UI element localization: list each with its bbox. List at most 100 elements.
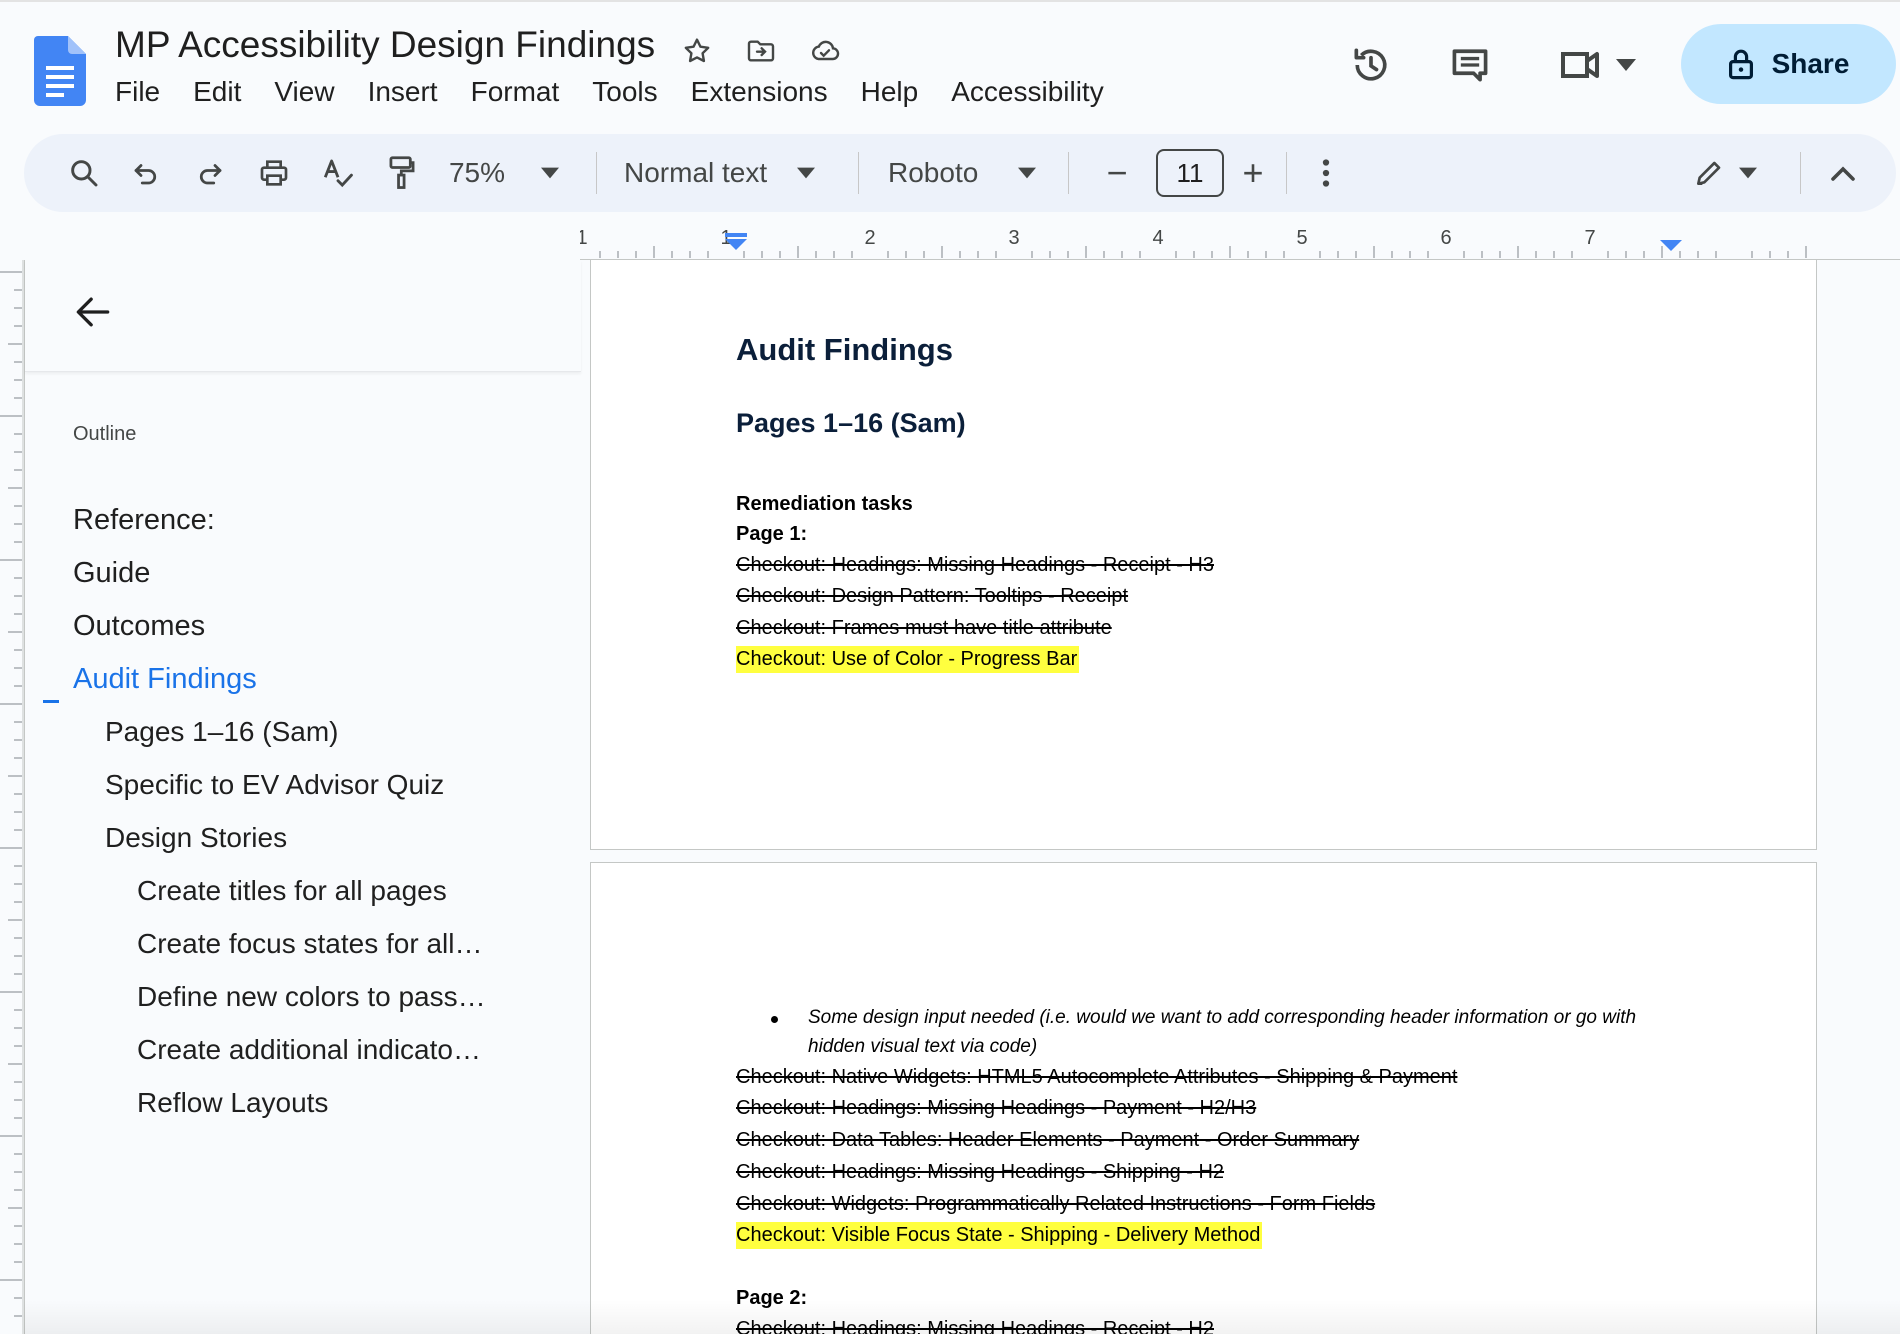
menu-view[interactable]: View bbox=[274, 76, 334, 108]
task-line: Checkout: Design Pattern: Tooltips - Rec… bbox=[736, 585, 1129, 607]
menu-insert[interactable]: Insert bbox=[368, 76, 438, 108]
task-line: Checkout: Headings: Missing Headings - R… bbox=[736, 554, 1214, 576]
bullet-point bbox=[771, 1016, 778, 1023]
ruler-label: 5 bbox=[1296, 227, 1307, 249]
highlighted-text: Checkout: Visible Focus State - Shipping… bbox=[736, 1222, 1263, 1249]
document-page-1[interactable]: Audit Findings Pages 1–16 (Sam) Remediat… bbox=[590, 260, 1817, 850]
menu-edit[interactable]: Edit bbox=[193, 76, 241, 108]
more-options-icon[interactable] bbox=[1304, 134, 1348, 212]
toolbar-divider bbox=[1286, 152, 1287, 194]
ruler-label: 1 bbox=[580, 227, 588, 249]
task-line: Checkout: Widgets: Programmatically Rela… bbox=[736, 1193, 1376, 1215]
paragraph-style-select[interactable]: Normal text bbox=[624, 134, 854, 212]
outline-item-reference[interactable]: Reference: bbox=[73, 504, 215, 537]
task-line: Checkout: Headings: Missing Headings - P… bbox=[736, 1097, 1257, 1119]
spellcheck-icon[interactable] bbox=[312, 134, 364, 212]
toolbar-divider bbox=[858, 152, 859, 194]
horizontal-ruler[interactable]: 1 1 2 3 4 5 6 7 bbox=[576, 224, 1900, 260]
outline-item-create-titles[interactable]: Create titles for all pages bbox=[137, 875, 447, 907]
toolbar-divider bbox=[596, 152, 597, 194]
chevron-down-icon bbox=[541, 167, 560, 179]
share-button[interactable]: Share bbox=[1681, 24, 1896, 104]
zoom-value: 75% bbox=[448, 157, 506, 188]
task-line: Checkout: Frames must have title attribu… bbox=[736, 617, 1112, 639]
ruler-label: 2 bbox=[864, 227, 875, 249]
menu-file[interactable]: File bbox=[115, 76, 160, 108]
task-line: Checkout: Native Widgets: HTML5 Autocomp… bbox=[736, 1066, 1458, 1088]
lock-icon bbox=[1728, 49, 1753, 80]
zoom-select[interactable]: 75% bbox=[444, 134, 564, 212]
minus-icon: − bbox=[1106, 152, 1128, 193]
star-icon[interactable] bbox=[676, 30, 718, 72]
active-heading-indicator bbox=[43, 700, 59, 703]
outline-item-focus-states[interactable]: Create focus states for all… bbox=[137, 928, 482, 960]
google-docs-logo-icon[interactable] bbox=[34, 36, 86, 106]
document-page-2[interactable]: Some design input needed (i.e. would we … bbox=[590, 862, 1817, 1334]
plus-icon: + bbox=[1242, 152, 1264, 193]
menu-bar: File Edit View Insert Format Tools Exten… bbox=[115, 76, 1137, 108]
font-family-select[interactable]: Roboto bbox=[888, 134, 1068, 212]
outline-item-define-colors[interactable]: Define new colors to pass… bbox=[137, 981, 486, 1013]
outline-item-guide[interactable]: Guide bbox=[73, 557, 150, 590]
menu-help[interactable]: Help bbox=[861, 76, 919, 108]
document-outline-panel: Outline Reference: Guide Outcomes Audit … bbox=[24, 260, 581, 1334]
print-icon[interactable] bbox=[248, 134, 300, 212]
outline-item-pages-1-16[interactable]: Pages 1–16 (Sam) bbox=[105, 716, 338, 748]
pencil-icon bbox=[1697, 161, 1721, 185]
toolbar-divider bbox=[1068, 152, 1069, 194]
outline-item-additional-indicators[interactable]: Create additional indicato… bbox=[137, 1034, 481, 1066]
ruler-label: 4 bbox=[1152, 227, 1163, 249]
vertical-ruler[interactable] bbox=[0, 260, 24, 1334]
version-history-icon[interactable] bbox=[1346, 40, 1396, 90]
task-line: Checkout: Headings: Missing Headings - S… bbox=[736, 1161, 1225, 1183]
menu-extensions[interactable]: Extensions bbox=[691, 76, 828, 108]
outline-item-ev-advisor-quiz[interactable]: Specific to EV Advisor Quiz bbox=[105, 769, 444, 801]
task-line: Checkout: Headings: Missing Headings - R… bbox=[736, 1318, 1214, 1334]
highlighted-text: Checkout: Use of Color - Progress Bar bbox=[736, 646, 1080, 673]
ruler-ticks: 1 1 2 3 4 5 6 7 bbox=[576, 227, 1807, 258]
ruler-label: 3 bbox=[1008, 227, 1019, 249]
heading-pages-1-16: Pages 1–16 (Sam) bbox=[736, 408, 966, 438]
search-menus-icon[interactable] bbox=[58, 134, 110, 212]
meet-call-button[interactable] bbox=[1552, 38, 1642, 92]
outline-item-audit-findings[interactable]: Audit Findings bbox=[73, 663, 257, 696]
ruler-label: 1 bbox=[720, 227, 731, 249]
chevron-down-icon bbox=[797, 167, 816, 179]
outline-header bbox=[25, 260, 581, 372]
comments-icon[interactable] bbox=[1444, 40, 1496, 90]
undo-icon[interactable] bbox=[120, 134, 172, 212]
cloud-saved-icon[interactable] bbox=[804, 30, 846, 72]
title-icon-group bbox=[676, 30, 846, 72]
share-label: Share bbox=[1771, 48, 1850, 79]
outline-item-design-stories[interactable]: Design Stories bbox=[105, 822, 287, 854]
task-line-highlighted: Checkout: Use of Color - Progress Bar bbox=[736, 646, 1080, 673]
hide-menus-chevron-up-icon[interactable] bbox=[1818, 134, 1868, 212]
ruler-label: 6 bbox=[1440, 227, 1451, 249]
formatting-toolbar: 75% Normal text Roboto − 11 + bbox=[24, 134, 1896, 212]
back-arrow-icon[interactable] bbox=[71, 290, 115, 334]
task-line: Checkout: Data Tables: Header Elements -… bbox=[736, 1129, 1360, 1151]
paint-format-icon[interactable] bbox=[376, 134, 428, 212]
remediation-tasks-label: Remediation tasks bbox=[736, 493, 913, 515]
outline-item-reflow-layouts[interactable]: Reflow Layouts bbox=[137, 1087, 328, 1119]
chevron-down-icon bbox=[1018, 167, 1037, 179]
video-camera-icon bbox=[1561, 52, 1599, 78]
menu-tools[interactable]: Tools bbox=[592, 76, 657, 108]
editing-mode-select[interactable] bbox=[1680, 134, 1770, 212]
outline-label: Outline bbox=[73, 423, 137, 445]
paragraph-style-value: Normal text bbox=[624, 157, 768, 188]
decrease-font-size-button[interactable]: − bbox=[1092, 134, 1142, 212]
redo-icon[interactable] bbox=[184, 134, 236, 212]
font-size-input[interactable]: 11 bbox=[1156, 149, 1224, 197]
font-family-value: Roboto bbox=[888, 157, 979, 188]
increase-font-size-button[interactable]: + bbox=[1228, 134, 1278, 212]
outline-item-outcomes[interactable]: Outcomes bbox=[73, 610, 205, 643]
document-title[interactable]: MP Accessibility Design Findings bbox=[115, 24, 655, 66]
right-indent-marker[interactable] bbox=[1660, 240, 1682, 251]
task-line-highlighted: Checkout: Visible Focus State - Shipping… bbox=[736, 1222, 1263, 1249]
ruler-label: 7 bbox=[1584, 227, 1595, 249]
menu-accessibility[interactable]: Accessibility bbox=[951, 76, 1103, 108]
move-to-folder-icon[interactable] bbox=[740, 30, 782, 72]
heading-audit-findings: Audit Findings bbox=[736, 332, 953, 367]
menu-format[interactable]: Format bbox=[471, 76, 560, 108]
